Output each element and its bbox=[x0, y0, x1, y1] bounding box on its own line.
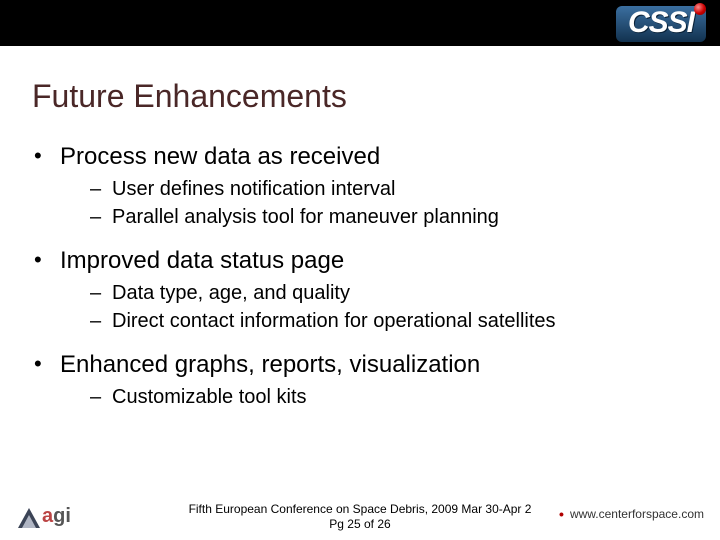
footer: agi Fifth European Conference on Space D… bbox=[0, 502, 720, 532]
dash-icon bbox=[90, 308, 112, 334]
bullet-dot-icon bbox=[34, 246, 60, 276]
cssi-letter: S bbox=[649, 8, 668, 38]
bullet-item: Improved data status page Data type, age… bbox=[34, 246, 690, 334]
dash-icon bbox=[90, 280, 112, 306]
footer-site: • www.centerforspace.com bbox=[559, 506, 704, 522]
cssi-letter: I bbox=[687, 8, 694, 38]
dash-icon bbox=[90, 384, 112, 410]
sub-bullet-item: Parallel analysis tool for maneuver plan… bbox=[90, 204, 690, 230]
sub-bullet-text: Parallel analysis tool for maneuver plan… bbox=[112, 204, 499, 230]
site-bullet-icon: • bbox=[559, 506, 564, 522]
cssi-logo: C S S I bbox=[616, 6, 706, 42]
bullet-item: Process new data as received User define… bbox=[34, 142, 690, 230]
sub-bullet-item: User defines notification interval bbox=[90, 176, 690, 202]
cssi-letter: S bbox=[668, 8, 687, 38]
slide-body: Process new data as received User define… bbox=[34, 142, 690, 426]
sub-bullet-text: Data type, age, and quality bbox=[112, 280, 350, 306]
bullet-text: Improved data status page bbox=[60, 246, 344, 276]
slide-title: Future Enhancements bbox=[32, 78, 347, 115]
site-url: www.centerforspace.com bbox=[570, 507, 704, 521]
dash-icon bbox=[90, 176, 112, 202]
top-bar: C S S I bbox=[0, 0, 720, 46]
bullet-text: Enhanced graphs, reports, visualization bbox=[60, 350, 480, 380]
cssi-letter: C bbox=[628, 8, 649, 38]
bullet-dot-icon bbox=[34, 350, 60, 380]
sub-bullet-text: Direct contact information for operation… bbox=[112, 308, 556, 334]
cssi-logo-block: C S S I bbox=[616, 6, 706, 42]
agi-triangle-icon bbox=[18, 508, 40, 528]
bullet-text: Process new data as received bbox=[60, 142, 380, 172]
sub-bullet-text: User defines notification interval bbox=[112, 176, 395, 202]
logo-dot-icon bbox=[694, 3, 706, 15]
sub-bullet-item: Data type, age, and quality bbox=[90, 280, 690, 306]
dash-icon bbox=[90, 204, 112, 230]
agi-letter: i bbox=[65, 505, 71, 527]
sub-bullet-text: Customizable tool kits bbox=[112, 384, 307, 410]
bullet-item: Enhanced graphs, reports, visualization … bbox=[34, 350, 690, 410]
slide: C S S I Future Enhancements Process new … bbox=[0, 0, 720, 540]
bullet-dot-icon bbox=[34, 142, 60, 172]
sub-bullet-item: Direct contact information for operation… bbox=[90, 308, 690, 334]
agi-letter: g bbox=[53, 505, 65, 527]
agi-logo: agi bbox=[18, 505, 71, 528]
agi-letter: a bbox=[42, 505, 53, 527]
sub-bullet-item: Customizable tool kits bbox=[90, 384, 690, 410]
